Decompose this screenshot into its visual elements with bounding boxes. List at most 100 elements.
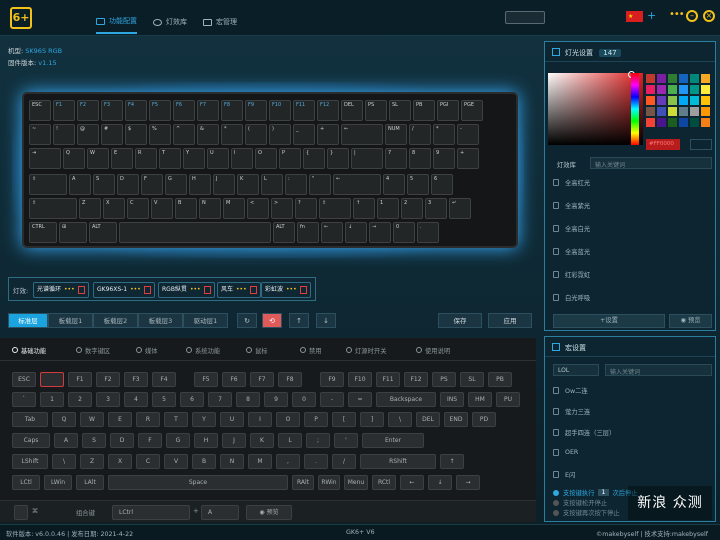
func-tab-mouse[interactable]: 鼠标 <box>246 343 268 357</box>
virtual-key[interactable]: F4 <box>152 372 176 387</box>
keyboard-key[interactable]: C <box>127 198 149 219</box>
keyboard-key[interactable]: U <box>207 148 229 169</box>
eyedropper-icon[interactable] <box>690 139 712 150</box>
virtual-key[interactable]: F5 <box>194 372 218 387</box>
macro-search-input[interactable]: 输入关键词 <box>605 364 712 376</box>
keyboard-key[interactable]: ⇥ <box>29 148 61 169</box>
color-swatch[interactable] <box>668 85 677 94</box>
virtual-key[interactable]: 5 <box>152 392 176 407</box>
virtual-key[interactable]: ] <box>360 412 384 427</box>
virtual-key[interactable]: F6 <box>222 372 246 387</box>
keyboard-key[interactable]: { <box>303 148 325 169</box>
keyboard-key[interactable]: I <box>231 148 253 169</box>
virtual-key[interactable]: LAlt <box>76 475 104 490</box>
virtual-key[interactable]: 9 <box>264 392 288 407</box>
keyboard-key[interactable]: * <box>221 124 243 145</box>
virtual-key[interactable]: [ <box>332 412 356 427</box>
tab-light-library[interactable]: 灯效库 <box>153 10 187 34</box>
tab-function-config[interactable]: 功能配置 <box>96 10 137 34</box>
radio-icon[interactable] <box>553 499 559 506</box>
light-set-button[interactable]: +设置 <box>553 314 665 328</box>
keyboard-key[interactable]: ~ <box>29 124 51 145</box>
virtual-key[interactable] <box>40 372 64 387</box>
virtual-key[interactable]: SL <box>460 372 484 387</box>
keyboard-key[interactable]: 6 <box>431 174 453 195</box>
virtual-key[interactable]: W <box>80 412 104 427</box>
virtual-key[interactable]: H <box>194 433 218 448</box>
color-swatch[interactable] <box>668 118 677 127</box>
virtual-key[interactable]: ESC <box>12 372 36 387</box>
virtual-key[interactable]: A <box>54 433 78 448</box>
virtual-key[interactable]: Backspace <box>376 392 436 407</box>
virtual-key[interactable]: I <box>248 412 272 427</box>
macro-item[interactable]: 超手四连（三层） <box>553 428 615 437</box>
macro-option-press-again-stop[interactable]: 支按键再次按下停止 <box>553 508 620 517</box>
save-button[interactable]: 保存 <box>438 313 482 328</box>
keyboard-key[interactable]: ⇧ <box>29 198 77 219</box>
export-icon[interactable]: ↓ <box>316 313 336 328</box>
keyboard-key[interactable]: Y <box>183 148 205 169</box>
virtual-key[interactable]: → <box>456 475 480 490</box>
virtual-key[interactable]: 1 <box>40 392 64 407</box>
func-tab-numpad[interactable]: 数字键区 <box>76 343 110 357</box>
virtual-key[interactable]: Enter <box>362 433 424 448</box>
virtual-key[interactable]: M <box>248 454 272 469</box>
color-swatch[interactable] <box>657 74 666 83</box>
color-swatch[interactable] <box>701 96 710 105</box>
keyboard-key[interactable]: R <box>135 148 157 169</box>
virtual-key[interactable]: PS <box>432 372 456 387</box>
keyboard-key[interactable]: DEL <box>341 100 363 121</box>
virtual-key[interactable]: DEL <box>416 412 440 427</box>
virtual-key[interactable]: HM <box>468 392 492 407</box>
keyboard-key[interactable]: ⇧ <box>319 198 351 219</box>
keyboard-key[interactable]: ^ <box>173 124 195 145</box>
keyboard-key[interactable]: " <box>309 174 331 195</box>
light-slot[interactable]: 彩虹波 ••• <box>261 282 311 298</box>
virtual-key[interactable]: - <box>320 392 344 407</box>
keyboard-key[interactable]: Z <box>79 198 101 219</box>
virtual-key[interactable]: Caps <box>12 433 50 448</box>
macro-option-release-stop[interactable]: 支按键松开停止 <box>553 498 607 507</box>
virtual-key[interactable]: F1 <box>68 372 92 387</box>
keyboard-key[interactable]: ALT <box>273 222 295 243</box>
virtual-key[interactable]: C <box>136 454 160 469</box>
trash-icon[interactable] <box>249 286 257 294</box>
keyboard-key[interactable]: K <box>237 174 259 195</box>
keyboard-key[interactable]: D <box>117 174 139 195</box>
keyboard-key[interactable] <box>119 222 271 243</box>
radio-icon[interactable] <box>553 489 559 496</box>
keyboard-key[interactable]: B <box>175 198 197 219</box>
virtual-key[interactable]: Tab <box>12 412 48 427</box>
keyboard-key[interactable]: ← <box>341 124 383 145</box>
virtual-key[interactable]: F10 <box>348 372 372 387</box>
keyboard-key[interactable]: M <box>223 198 245 219</box>
keyboard-key[interactable]: G <box>165 174 187 195</box>
keyboard-key[interactable]: F12 <box>317 100 339 121</box>
combo-preview-button[interactable]: ◉ 预览 <box>246 505 292 520</box>
language-flag-icon[interactable]: ★ <box>626 11 643 22</box>
virtual-key[interactable]: ` <box>12 392 36 407</box>
keyboard-key[interactable]: ⇪ <box>29 174 67 195</box>
trash-icon[interactable] <box>77 286 85 294</box>
radio-icon[interactable] <box>553 509 559 516</box>
keyboard-key[interactable]: 0 <box>393 222 415 243</box>
virtual-key[interactable]: ← <box>400 475 424 490</box>
virtual-key[interactable]: V <box>164 454 188 469</box>
light-slot[interactable]: 光谱循环 ••• <box>33 282 89 298</box>
minimize-icon[interactable]: – <box>686 10 698 22</box>
keyboard-key[interactable]: F4 <box>125 100 147 121</box>
macro-item[interactable]: 萤力三连 <box>553 407 590 416</box>
light-effect-item[interactable]: 红彩霓虹 <box>553 270 590 279</box>
layer-tab-standard[interactable]: 标准层 <box>8 313 48 328</box>
keyboard-key[interactable]: 1 <box>377 198 399 219</box>
keyboard-key[interactable]: < <box>247 198 269 219</box>
color-swatch[interactable] <box>701 118 710 127</box>
combo-modifier-select[interactable]: LCtrl <box>112 505 190 520</box>
virtual-key[interactable]: ' <box>334 433 358 448</box>
color-swatch[interactable] <box>679 74 688 83</box>
color-swatch[interactable] <box>701 107 710 116</box>
color-swatch[interactable] <box>668 96 677 105</box>
virtual-key[interactable]: F3 <box>124 372 148 387</box>
virtual-key[interactable]: 0 <box>292 392 316 407</box>
virtual-key[interactable]: 4 <box>124 392 148 407</box>
